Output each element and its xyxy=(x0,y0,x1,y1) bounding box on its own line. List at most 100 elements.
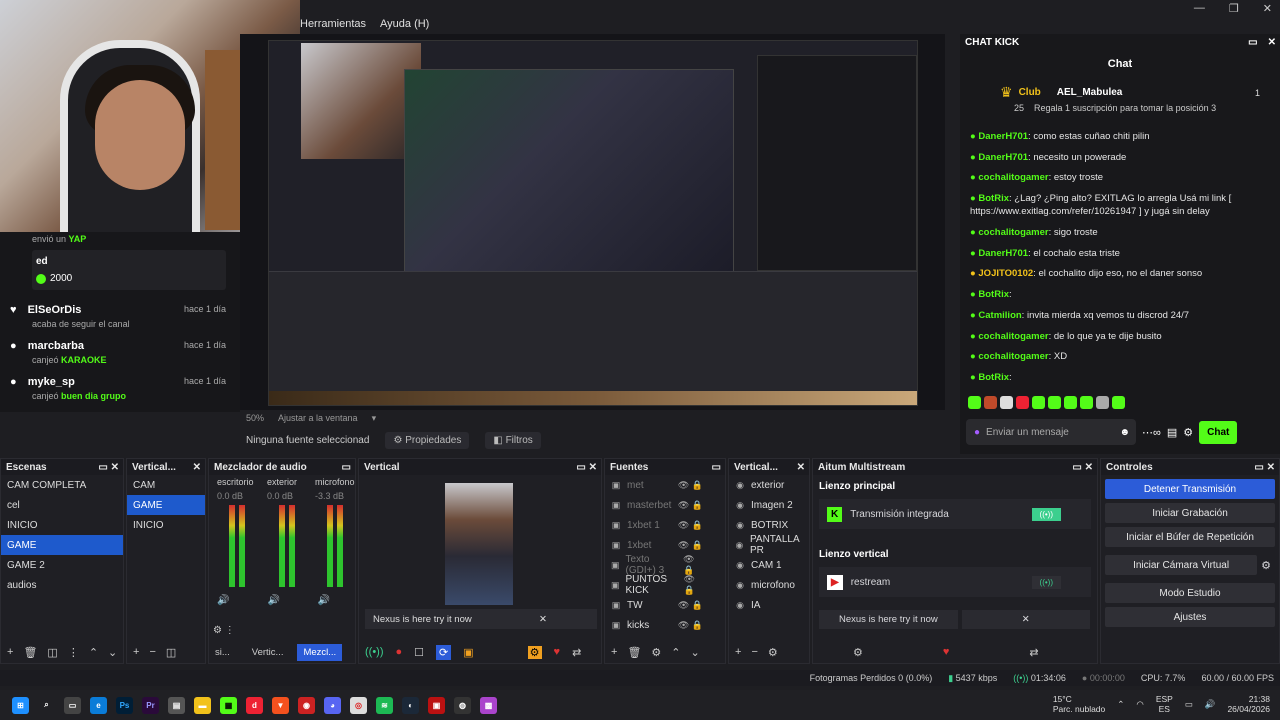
pause-icon[interactable]: ☐ xyxy=(414,646,424,659)
emote-icon[interactable] xyxy=(1000,396,1013,409)
mixer-settings-icon[interactable]: ⚙ ⋮ xyxy=(213,625,235,636)
fit-window[interactable]: Ajustar a la ventana xyxy=(278,413,358,423)
chat-username[interactable]: BotRix xyxy=(978,193,1009,204)
add-icon[interactable]: + xyxy=(133,646,139,658)
scene-item[interactable]: GAME 2 xyxy=(1,555,123,575)
stream-icon[interactable]: ((•)) xyxy=(365,646,384,658)
steam-icon[interactable]: ◐ xyxy=(402,696,419,714)
tab-vertical[interactable]: Vertic... xyxy=(252,647,284,658)
visibility-icon[interactable]: 👁 🔒 xyxy=(678,540,703,551)
visibility-icon[interactable]: 👁 🔒 xyxy=(678,620,703,631)
properties-button[interactable]: ⚙ Propiedades xyxy=(385,431,470,449)
chat-username[interactable]: DanerH701 xyxy=(978,152,1028,163)
tab-sources[interactable]: si... xyxy=(215,647,230,658)
vertical-source-item[interactable]: ◉ Imagen 2 xyxy=(729,495,809,515)
heart-icon[interactable]: ♥ xyxy=(554,646,561,658)
trash-icon[interactable]: 🗑 xyxy=(627,646,641,659)
settings-icon[interactable]: ⚙ xyxy=(1183,426,1193,439)
vertical-scene-item[interactable]: CAM xyxy=(127,475,205,495)
add-icon[interactable]: + xyxy=(611,646,617,658)
source-item[interactable]: ▣ kicks 👁 🔒 xyxy=(605,615,725,635)
add-icon[interactable]: + xyxy=(7,646,13,658)
virtual-camera-button[interactable]: Iniciar Cámara Virtual xyxy=(1105,555,1258,575)
chevron-up-icon[interactable]: ⌃ xyxy=(671,646,680,659)
network-icon[interactable]: ▭ xyxy=(1185,699,1193,710)
minecraft-icon[interactable]: ▦ xyxy=(220,696,237,714)
app-icon[interactable]: ▣ xyxy=(428,696,445,714)
settings-icon[interactable]: ⚙ xyxy=(1261,559,1271,572)
source-item[interactable]: ▣ TW 👁 🔒 xyxy=(605,595,725,615)
remove-icon[interactable]: − xyxy=(751,646,757,658)
edge-icon[interactable]: e xyxy=(90,696,107,714)
dock-controls-icon[interactable]: ▭ ✕ xyxy=(1254,462,1275,473)
search-icon[interactable]: ⌕ xyxy=(38,697,55,714)
dock-controls-icon[interactable]: ▭ xyxy=(712,462,721,473)
chrome-icon[interactable]: ◎ xyxy=(350,696,367,714)
speaker-icon[interactable]: 🔊 xyxy=(217,595,229,606)
vertical-source-item[interactable]: ◉ exterior xyxy=(729,475,809,495)
tab-mixer[interactable]: Mezcl... xyxy=(297,643,343,661)
chat-username[interactable]: cochalitogamer xyxy=(978,172,1048,183)
stream-toggle[interactable]: ((•)) xyxy=(1031,575,1061,589)
source-item[interactable]: ▣ masterbet 👁 🔒 xyxy=(605,495,725,515)
emote-icon[interactable] xyxy=(1064,396,1077,409)
visibility-icon[interactable]: 👁 🔒 xyxy=(683,554,703,576)
chevron-down-icon[interactable]: ▾ xyxy=(372,413,377,424)
vertical-scene-item[interactable]: INICIO xyxy=(127,515,205,535)
settings-icon[interactable]: ⚙ xyxy=(853,646,863,659)
emote-icon[interactable] xyxy=(1096,396,1109,409)
source-item[interactable]: ▣ PUNTOS KICK 👁 🔒 xyxy=(605,574,725,596)
menu-tools[interactable]: Herramientas xyxy=(300,18,366,30)
volume-icon[interactable]: 🔊 xyxy=(1205,699,1216,710)
chat-username[interactable]: Catmilion xyxy=(978,310,1021,321)
settings-icon[interactable]: ⚙ xyxy=(768,646,778,659)
vertical-source-item[interactable]: ◉ PANTALLA PR xyxy=(729,534,809,556)
scene-item[interactable]: audios xyxy=(1,575,123,595)
more-icon[interactable]: ⋮ xyxy=(68,646,79,659)
folder-icon[interactable]: ▬ xyxy=(194,696,211,714)
chat-input[interactable]: ● Enviar un mensaje ☻ xyxy=(966,419,1136,445)
emote-icon[interactable] xyxy=(1048,396,1061,409)
vertical-scene-item[interactable]: GAME xyxy=(127,495,205,515)
studio-mode-button[interactable]: Modo Estudio xyxy=(1105,583,1275,603)
stop-stream-button[interactable]: Detener Transmisión xyxy=(1105,479,1275,499)
dock-controls-icon[interactable]: ▭ ✕ xyxy=(1072,462,1093,473)
speaker-icon[interactable]: 🔊 xyxy=(318,595,330,606)
filter-icon[interactable]: ◫ xyxy=(166,646,176,659)
float-icon[interactable]: ▭ xyxy=(1248,37,1257,48)
wifi-icon[interactable]: ◠ xyxy=(1136,699,1143,710)
scene-item[interactable]: GAME xyxy=(1,535,123,555)
clock[interactable]: 21:38 26/04/2026 xyxy=(1227,694,1270,714)
scene-item[interactable]: CAM COMPLETA xyxy=(1,475,123,495)
menu-help[interactable]: Ayuda (H) xyxy=(380,18,429,30)
visibility-icon[interactable]: 👁 🔒 xyxy=(678,480,703,491)
emoji-icon[interactable]: ☻ xyxy=(1119,427,1130,438)
visibility-icon[interactable]: 👁 🔒 xyxy=(678,600,703,611)
settings-button[interactable]: Ajustes xyxy=(1105,607,1275,627)
visibility-icon[interactable]: 👁 🔒 xyxy=(678,520,703,531)
heart-icon[interactable]: ♥ xyxy=(943,646,950,658)
filter-icon[interactable]: ◫ xyxy=(47,646,57,659)
weather-widget[interactable]: 15°C Parc. nublado xyxy=(1053,694,1105,714)
source-item[interactable]: ▣ Texto (GDI+) 3 👁 🔒 xyxy=(605,554,725,576)
chat-username[interactable]: BotRix xyxy=(978,372,1009,383)
remove-icon[interactable]: − xyxy=(149,646,155,658)
maximize-icon[interactable]: ❐ xyxy=(1229,2,1239,15)
dock-controls-icon[interactable]: ✕ xyxy=(193,462,201,473)
task-view-icon[interactable]: ▭ xyxy=(64,696,81,714)
brave-icon[interactable]: ▼ xyxy=(272,696,289,714)
dock-controls-icon[interactable]: ▭ ✕ xyxy=(98,462,119,473)
source-item[interactable]: ▣ met 👁 🔒 xyxy=(605,475,725,495)
language-indicator[interactable]: ESP ES xyxy=(1156,694,1173,714)
chat-username[interactable]: cochalitogamer xyxy=(978,331,1048,342)
obs-icon[interactable]: ◍ xyxy=(454,696,471,714)
store-icon[interactable]: ▤ xyxy=(168,696,185,714)
speaker-icon[interactable]: 🔊 xyxy=(267,595,279,606)
app-icon[interactable]: ▩ xyxy=(480,696,497,714)
vertical-canvas-preview[interactable] xyxy=(445,483,513,605)
chat-username[interactable]: JOJITO0102 xyxy=(978,268,1033,279)
filters-button[interactable]: ◧ Filtros xyxy=(485,431,541,449)
emote-icon[interactable] xyxy=(1112,396,1125,409)
vertical-source-item[interactable]: ◉ microfono xyxy=(729,575,809,595)
chat-username[interactable]: DanerH701 xyxy=(978,131,1028,142)
